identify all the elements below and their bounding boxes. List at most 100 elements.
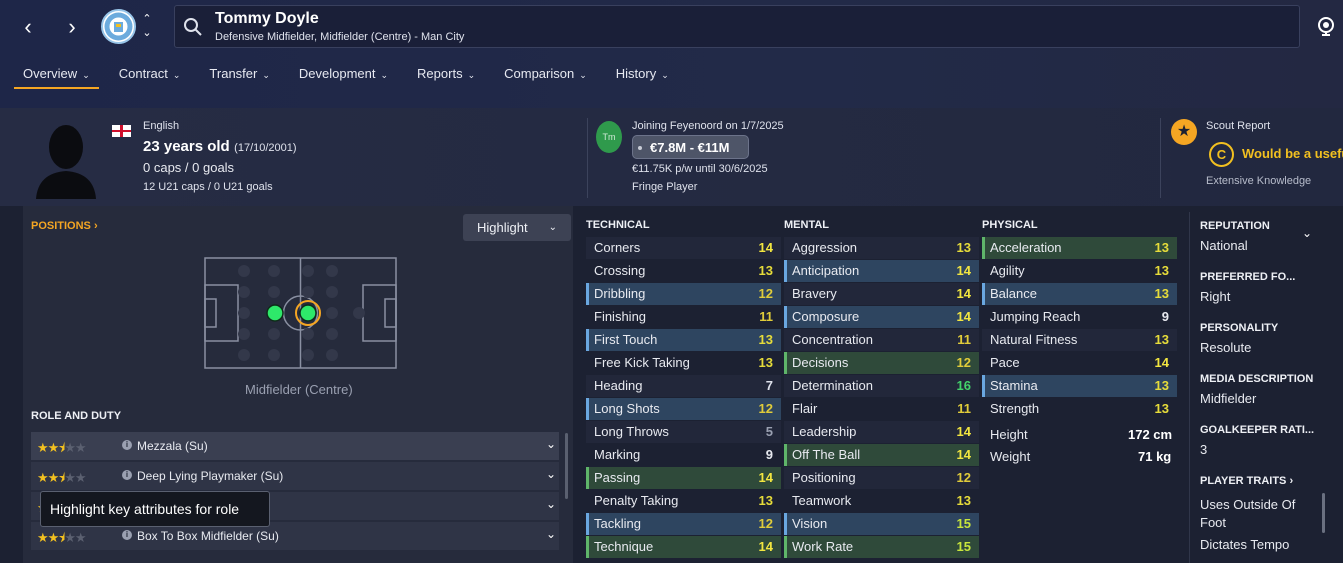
- attribute-row-physical[interactable]: Acceleration 13: [982, 237, 1177, 259]
- attribute-row-technical[interactable]: Tackling 12: [586, 513, 781, 535]
- attribute-row-physical[interactable]: Natural Fitness 13: [982, 329, 1177, 351]
- chevron-down-icon[interactable]: ⌄: [546, 437, 556, 451]
- attribute-name: Passing: [594, 470, 641, 485]
- role-row[interactable]: ★★⯨★★ i Deep Lying Playmaker (Su) ⌄: [31, 462, 559, 490]
- attribute-row-technical[interactable]: Long Throws 5: [586, 421, 781, 443]
- tab-contract[interactable]: Contract ⌄: [110, 60, 190, 90]
- player-switch-arrows[interactable]: ⌃ ⌄: [140, 12, 154, 42]
- knowledge-level: Extensive Knowledge: [1206, 175, 1312, 187]
- attribute-row-mental[interactable]: Leadership 14: [784, 421, 979, 443]
- attribute-row-mental[interactable]: Bravery 14: [784, 283, 979, 305]
- attribute-name: Stamina: [990, 378, 1038, 393]
- pitch-diagram: [204, 257, 397, 369]
- wage: €11.75K p/w until 30/6/2025: [632, 163, 768, 175]
- info-icon[interactable]: i: [122, 470, 132, 480]
- height-value: 172 cm: [1128, 427, 1173, 442]
- attribute-row-technical[interactable]: First Touch 13: [586, 329, 781, 351]
- divider: [1189, 212, 1190, 563]
- attribute-row-technical[interactable]: Marking 9: [586, 444, 781, 466]
- search-icon[interactable]: [183, 17, 203, 37]
- attribute-value: 14: [956, 263, 971, 278]
- attribute-row-mental[interactable]: Flair 11: [784, 398, 979, 420]
- info-icon[interactable]: i: [122, 530, 132, 540]
- chevron-right-icon: ›: [93, 220, 98, 232]
- attribute-row-mental[interactable]: Concentration 11: [784, 329, 979, 351]
- attribute-row-physical[interactable]: Agility 13: [982, 260, 1177, 282]
- positions-link[interactable]: POSITIONS ›: [31, 220, 98, 232]
- attribute-row-mental[interactable]: Off The Ball 14: [784, 444, 979, 466]
- attribute-row-technical[interactable]: Crossing 13: [586, 260, 781, 282]
- attribute-value: 5: [765, 424, 773, 439]
- attribute-row-technical[interactable]: Free Kick Taking 13: [586, 352, 781, 374]
- media-description-value: Midfielder: [1200, 391, 1257, 406]
- goalkeeper-rating-value: 3: [1200, 442, 1208, 457]
- attribute-row-physical[interactable]: Pace 14: [982, 352, 1177, 374]
- attribute-value: 12: [758, 286, 773, 301]
- tab-reports[interactable]: Reports ⌄: [408, 60, 484, 90]
- tab-development[interactable]: Development ⌄: [290, 60, 397, 90]
- forward-button[interactable]: ›: [57, 12, 87, 42]
- info-icon[interactable]: i: [122, 440, 132, 450]
- tab-overview[interactable]: Overview ⌄: [14, 60, 99, 90]
- player-name-box: Tommy Doyle Defensive Midfielder, Midfie…: [174, 5, 1300, 48]
- roles-scrollbar[interactable]: [565, 433, 568, 499]
- highlight-dropdown[interactable]: Highlight ⌄: [463, 214, 571, 241]
- attribute-row-technical[interactable]: Technique 14: [586, 536, 781, 558]
- club-crest-icon[interactable]: [101, 9, 136, 44]
- chevron-down-icon[interactable]: ⌄: [546, 527, 556, 541]
- attribute-name: Composure: [792, 309, 860, 324]
- attribute-name: Bravery: [792, 286, 837, 301]
- attribute-row-mental[interactable]: Aggression 13: [784, 237, 979, 259]
- tab-history[interactable]: History ⌄: [607, 60, 678, 90]
- attribute-row-technical[interactable]: Dribbling 12: [586, 283, 781, 305]
- attribute-row-physical[interactable]: Jumping Reach 9: [982, 306, 1177, 328]
- attribute-name: Penalty Taking: [594, 493, 679, 508]
- attribute-row-mental[interactable]: Decisions 12: [784, 352, 979, 374]
- role-and-duty-heading: ROLE AND DUTY: [31, 410, 122, 422]
- attribute-value: 12: [956, 355, 971, 370]
- chevron-down-icon[interactable]: ⌄: [546, 497, 556, 511]
- attribute-row-technical[interactable]: Passing 14: [586, 467, 781, 489]
- trait-item: Uses Outside Of Foot: [1200, 497, 1296, 530]
- player-traits-link[interactable]: PLAYER TRAITS ›: [1200, 475, 1293, 487]
- player-silhouette-icon: [36, 125, 96, 199]
- attribute-row-mental[interactable]: Teamwork 13: [784, 490, 979, 512]
- attribute-row-physical[interactable]: Strength 13: [982, 398, 1177, 420]
- attribute-name: Positioning: [792, 470, 856, 485]
- attribute-row-mental[interactable]: Composure 14: [784, 306, 979, 328]
- date-of-birth: (17/10/2001): [234, 142, 297, 154]
- attribute-row-mental[interactable]: Work Rate 15: [784, 536, 979, 558]
- joining-text: Joining Feyenoord on 1/7/2025: [632, 120, 784, 132]
- role-name: Mezzala (Su): [137, 439, 208, 453]
- attribute-row-technical[interactable]: Finishing 11: [586, 306, 781, 328]
- attribute-row-mental[interactable]: Positioning 12: [784, 467, 979, 489]
- attribute-row-mental[interactable]: Vision 15: [784, 513, 979, 535]
- attribute-row-technical[interactable]: Corners 14: [586, 237, 781, 259]
- club-badge-icon[interactable]: Tm: [596, 121, 622, 153]
- tab-transfer[interactable]: Transfer ⌄: [200, 60, 278, 90]
- attribute-row-technical[interactable]: Penalty Taking 13: [586, 490, 781, 512]
- role-row[interactable]: ★★⯨★★ i Mezzala (Su) ⌄: [31, 432, 559, 460]
- physical-heading: PHYSICAL: [982, 219, 1038, 231]
- back-button[interactable]: ‹: [13, 12, 43, 42]
- attribute-row-physical[interactable]: Stamina 13: [982, 375, 1177, 397]
- attribute-row-mental[interactable]: Determination 16: [784, 375, 979, 397]
- media-description-label: MEDIA DESCRIPTION: [1200, 373, 1314, 385]
- globe-icon[interactable]: [1316, 16, 1336, 36]
- player-subtitle: Defensive Midfielder, Midfielder (Centre…: [215, 31, 465, 43]
- value-pill[interactable]: €7.8M - €11M: [632, 135, 749, 159]
- attribute-name: Finishing: [594, 309, 647, 324]
- chevron-down-icon[interactable]: ⌄: [546, 467, 556, 481]
- attribute-value: 13: [758, 263, 773, 278]
- attribute-row-technical[interactable]: Long Shots 12: [586, 398, 781, 420]
- tab-comparison[interactable]: Comparison ⌄: [495, 60, 596, 90]
- attribute-name: Decisions: [792, 355, 849, 370]
- attribute-row-physical[interactable]: Balance 13: [982, 283, 1177, 305]
- attribute-name: Tackling: [594, 516, 641, 531]
- chevron-down-icon[interactable]: ⌄: [1302, 226, 1312, 240]
- scout-verdict[interactable]: Would be a usefu: [1242, 146, 1343, 161]
- attribute-row-mental[interactable]: Anticipation 14: [784, 260, 979, 282]
- side-scrollbar[interactable]: [1322, 493, 1325, 533]
- attribute-row-technical[interactable]: Heading 7: [586, 375, 781, 397]
- mental-heading: MENTAL: [784, 219, 830, 231]
